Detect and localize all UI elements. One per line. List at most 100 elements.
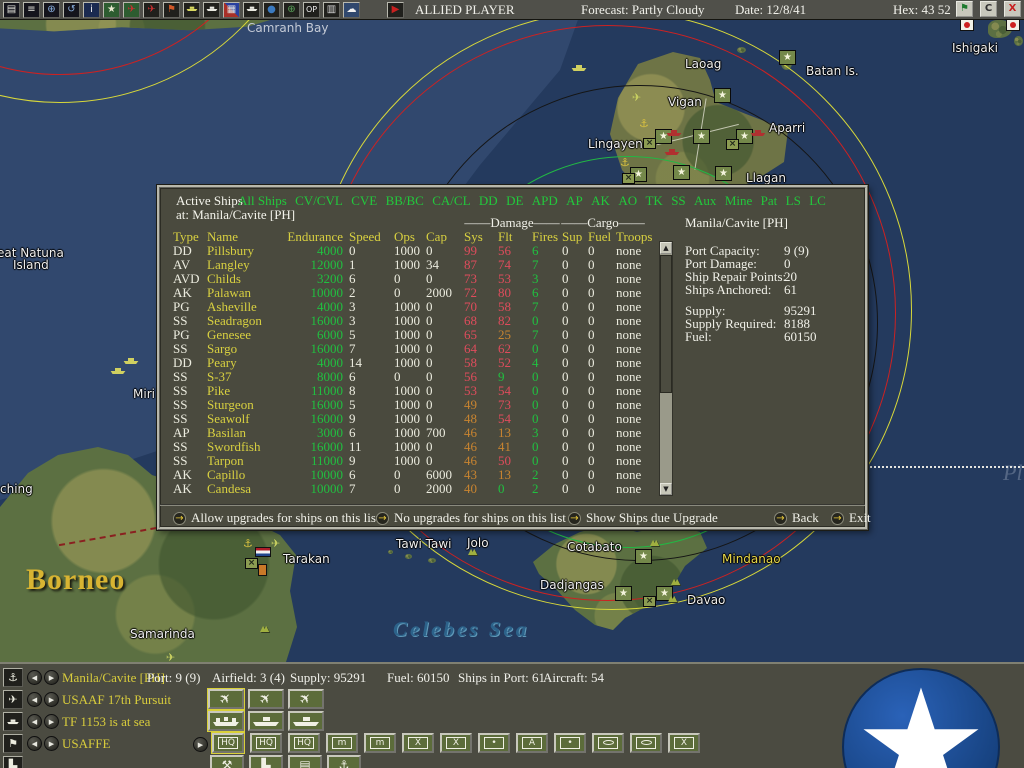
- table-row[interactable]: SS Seadragon 16000 3 1000 0 68 82 0 0 0 none: [173, 314, 657, 328]
- air-group-link[interactable]: USAAF 17th Pursuit: [62, 692, 171, 708]
- combat-report-icon[interactable]: C: [980, 1, 997, 17]
- landing-icon[interactable]: [243, 1, 260, 18]
- unit-icon[interactable]: ×: [726, 139, 739, 150]
- table-row[interactable]: SS Swordfish 16000 11 1000 0 46 41 0 0 0 none: [173, 440, 657, 454]
- airfield-icon[interactable]: ✈: [271, 537, 280, 550]
- unit-icon[interactable]: ×: [643, 596, 656, 607]
- scrollbar-thumb[interactable]: [660, 255, 672, 393]
- filter-ao[interactable]: AO: [618, 193, 637, 209]
- end-turn-icon[interactable]: ▶: [387, 1, 404, 18]
- ship-class-button[interactable]: [207, 710, 245, 732]
- table-row[interactable]: PG Asheville 4000 3 1000 0 70 58 7 0 0 none: [173, 300, 657, 314]
- base-icon[interactable]: ★: [715, 166, 732, 181]
- lines-icon[interactable]: ▥: [323, 1, 340, 18]
- flags-icon[interactable]: ⚑: [163, 1, 180, 18]
- back-button[interactable]: → Back: [774, 510, 819, 526]
- bases-icon[interactable]: ★: [103, 1, 120, 18]
- port-mode-icon[interactable]: ⚓: [3, 668, 23, 687]
- table-row[interactable]: AK Palawan 10000 2 0 2000 72 80 6 0 0 none: [173, 286, 657, 300]
- unit-button[interactable]: [630, 733, 662, 753]
- ship-marker-icon[interactable]: [571, 56, 587, 75]
- unit-button[interactable]: HQ: [250, 733, 282, 753]
- prev-arrow-icon[interactable]: ◀: [27, 736, 42, 751]
- filter-ak[interactable]: AK: [591, 193, 610, 209]
- next-arrow-icon[interactable]: ▶: [44, 714, 59, 729]
- airfield-icon[interactable]: ✈: [166, 651, 175, 662]
- unit-button[interactable]: HQ: [211, 732, 245, 754]
- next-arrow-icon[interactable]: ▶: [44, 670, 59, 685]
- airfield-icon[interactable]: ✈: [632, 91, 641, 104]
- filter-apd[interactable]: APD: [532, 193, 558, 209]
- taskforce-mode-icon[interactable]: [3, 712, 23, 731]
- base-icon[interactable]: ★: [635, 549, 652, 564]
- mosaic-icon[interactable]: ▦: [223, 1, 240, 18]
- no-upgrades-button[interactable]: → No upgrades for ships on this list: [376, 510, 566, 526]
- filter-cve[interactable]: CVE: [351, 193, 377, 209]
- world-icon[interactable]: ●: [263, 1, 280, 18]
- filter-ca-cl[interactable]: CA/CL: [432, 193, 470, 209]
- map-zoom-icon[interactable]: ⊕: [43, 1, 60, 18]
- prev-arrow-icon[interactable]: ◀: [27, 714, 42, 729]
- table-row[interactable]: DD Peary 4000 14 1000 0 58 52 4 0 0 none: [173, 356, 657, 370]
- table-row[interactable]: AV Langley 12000 1 1000 34 87 74 7 0 0 none: [173, 258, 657, 272]
- prev-arrow-icon[interactable]: ◀: [27, 670, 42, 685]
- expand-units-icon[interactable]: ▶: [193, 737, 208, 752]
- table-row[interactable]: SS Pike 11000 8 1000 0 53 54 0 0 0 none: [173, 384, 657, 398]
- table-row[interactable]: PG Genesee 6000 5 1000 0 65 25 7 0 0 none: [173, 328, 657, 342]
- ship-class-button[interactable]: [288, 711, 324, 731]
- filter-ap[interactable]: AP: [566, 193, 583, 209]
- unit-icon[interactable]: ×: [622, 173, 635, 184]
- table-row[interactable]: SS Sturgeon 16000 5 1000 0 49 73 0 0 0 none: [173, 398, 657, 412]
- table-row[interactable]: SS Tarpon 11000 9 1000 0 46 50 0 0 0 none: [173, 454, 657, 468]
- next-arrow-icon[interactable]: ▶: [44, 736, 59, 751]
- unit-button[interactable]: X: [440, 733, 472, 753]
- unit-button[interactable]: A: [516, 733, 548, 753]
- table-row[interactable]: AP Basilan 3000 6 1000 700 46 13 3 0 0 none: [173, 426, 657, 440]
- table-row[interactable]: AVD Childs 3200 6 0 0 73 53 3 0 0 none: [173, 272, 657, 286]
- aircraft-type-button[interactable]: ✈: [288, 689, 324, 709]
- prev-arrow-icon[interactable]: ◀: [27, 692, 42, 707]
- base-icon[interactable]: ★: [779, 50, 796, 65]
- info-icon[interactable]: i: [83, 1, 100, 18]
- enemy-ship-icon[interactable]: [750, 121, 766, 140]
- base-icon[interactable]: ★: [714, 88, 731, 103]
- unit-button[interactable]: m: [364, 733, 396, 753]
- reports-icon[interactable]: ≡: [23, 1, 40, 18]
- flag-toggle-icon[interactable]: ⚑: [956, 1, 973, 17]
- enemy-base-icon[interactable]: [1006, 19, 1020, 31]
- operations-icon[interactable]: OP: [303, 1, 320, 18]
- port-icon[interactable]: ⚓: [639, 117, 649, 130]
- port-icon[interactable]: ⚓: [620, 156, 630, 169]
- table-row[interactable]: SS Sargo 16000 7 1000 0 64 62 0 0 0 none: [173, 342, 657, 356]
- air-mode-icon[interactable]: ✈: [3, 690, 23, 709]
- taskforce-link[interactable]: TF 1153 is at sea: [62, 714, 150, 730]
- unit-icon[interactable]: ×: [643, 138, 656, 149]
- air-units-icon[interactable]: ✈: [123, 1, 140, 18]
- map-cycle-icon[interactable]: ↺: [63, 1, 80, 18]
- task-force-icon[interactable]: [203, 1, 220, 18]
- ship-marker-icon[interactable]: [110, 359, 126, 378]
- port-icon[interactable]: ⚓: [243, 537, 253, 550]
- allow-upgrades-button[interactable]: → Allow upgrades for ships on this list: [173, 510, 380, 526]
- unit-icon[interactable]: ×: [245, 558, 258, 569]
- filter-tk[interactable]: TK: [645, 193, 662, 209]
- filter-bb-bc[interactable]: BB/BC: [386, 193, 424, 209]
- base-icon[interactable]: ★: [693, 129, 710, 144]
- enemy-ship-icon[interactable]: [666, 121, 682, 140]
- hq-link[interactable]: USAFFE: [62, 736, 110, 752]
- table-row[interactable]: SS S-37 8000 6 0 0 56 9 0 0 0 none: [173, 370, 657, 384]
- base-icon[interactable]: ★: [615, 586, 632, 601]
- scroll-up-icon[interactable]: ▲: [660, 242, 672, 254]
- naval-icon[interactable]: [183, 1, 200, 18]
- exit-button[interactable]: → Exit: [831, 510, 871, 526]
- unit-button[interactable]: •: [554, 733, 586, 753]
- ground-mode-icon[interactable]: ⚑: [3, 734, 23, 753]
- unit-button[interactable]: •: [478, 733, 510, 753]
- world-alt-icon[interactable]: ⊕: [283, 1, 300, 18]
- scroll-down-icon[interactable]: ▼: [660, 483, 672, 495]
- ship-table-scrollbar[interactable]: ▲ ▼: [659, 241, 673, 496]
- ship-class-button[interactable]: [248, 711, 284, 731]
- weather-icon[interactable]: ☁: [343, 1, 360, 18]
- unit-button[interactable]: [592, 733, 624, 753]
- table-row[interactable]: AK Capillo 10000 6 0 6000 43 13 2 0 0 none: [173, 468, 657, 482]
